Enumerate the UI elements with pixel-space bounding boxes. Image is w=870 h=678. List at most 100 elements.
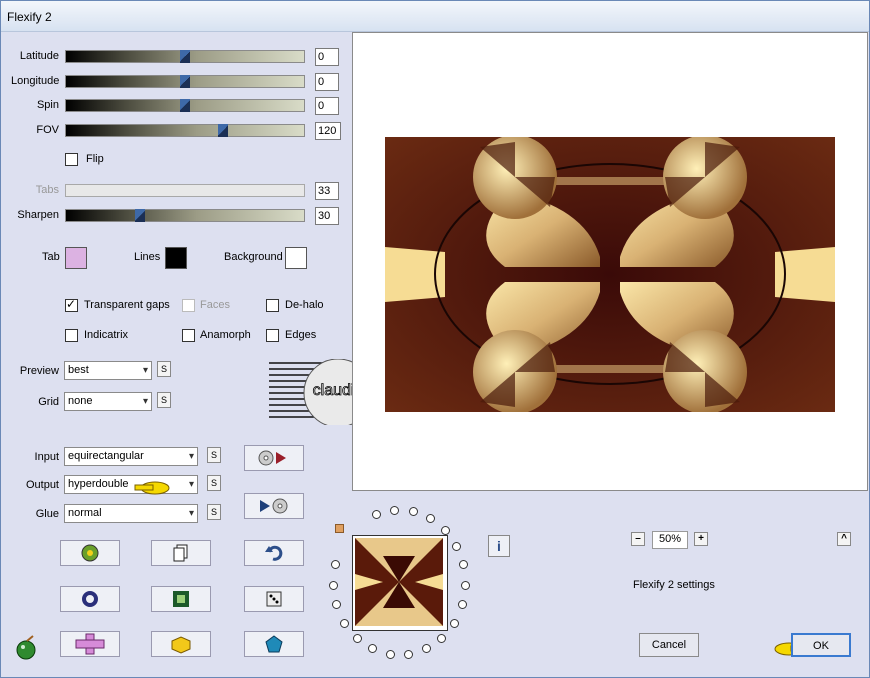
fov-slider[interactable] — [65, 124, 305, 137]
spin-thumb[interactable] — [180, 99, 190, 112]
grid-select[interactable]: none ▾ — [64, 392, 152, 411]
input-save-button[interactable]: S — [207, 447, 221, 463]
ok-button[interactable]: OK — [791, 633, 851, 657]
grid-save-button[interactable]: S — [157, 392, 171, 408]
faces-label: Faces — [200, 299, 230, 311]
pentagon-button[interactable] — [244, 631, 304, 657]
preset-dot[interactable] — [425, 513, 435, 523]
preset-dot[interactable] — [437, 633, 447, 643]
cube-button[interactable] — [151, 631, 211, 657]
latitude-label: Latitude — [19, 50, 59, 62]
dice-icon — [266, 591, 282, 607]
preset-thumbnail[interactable] — [352, 535, 448, 631]
settings-label: Flexify 2 settings — [633, 579, 715, 591]
info-button[interactable]: i — [488, 535, 510, 557]
output-to-input-button[interactable] — [244, 493, 304, 519]
lines-color-label: Lines — [134, 251, 161, 263]
undo-button[interactable] — [244, 540, 304, 566]
anamorph-checkbox[interactable] — [182, 329, 195, 342]
copy-icon — [173, 544, 188, 562]
longitude-input[interactable]: 0 — [315, 73, 339, 91]
preset-dot[interactable] — [372, 509, 382, 519]
latitude-slider[interactable] — [65, 50, 305, 63]
output-label: Output — [25, 479, 59, 491]
arrow-disc-icon — [260, 498, 288, 514]
fov-label: FOV — [36, 124, 59, 136]
indicatrix-checkbox[interactable] — [65, 329, 78, 342]
transparent-gaps-checkbox[interactable] — [65, 297, 78, 312]
flip-label: Flip — [86, 153, 104, 165]
preset-dot[interactable] — [440, 525, 450, 535]
sharpen-input[interactable]: 30 — [315, 207, 339, 225]
de-halo-checkbox[interactable] — [266, 299, 279, 312]
preset-dot[interactable] — [408, 506, 418, 516]
lines-color-swatch[interactable] — [165, 247, 187, 269]
tabs-label: Tabs — [35, 184, 59, 196]
transparent-gaps-label: Transparent gaps — [84, 299, 170, 311]
preset-dot[interactable] — [390, 505, 400, 515]
output-save-button[interactable]: S — [207, 475, 221, 491]
sharpen-slider[interactable] — [65, 209, 305, 222]
flexify-window: Flexify 2 Latitude 0 Longitude 0 Spin 0 … — [0, 0, 870, 678]
input-select[interactable]: equirectangular ▾ — [64, 447, 198, 466]
apple-logo-icon — [16, 635, 36, 660]
preset-dot[interactable] — [385, 649, 395, 659]
edges-label: Edges — [285, 329, 317, 341]
fov-input[interactable]: 120 — [315, 122, 341, 140]
output-select-value: hyperdouble — [68, 478, 129, 490]
preset-dot[interactable] — [404, 649, 414, 659]
preview-select[interactable]: best ▾ — [64, 361, 152, 380]
preset-dot[interactable] — [421, 644, 431, 654]
random-button[interactable] — [60, 540, 120, 566]
spin-slider[interactable] — [65, 99, 305, 112]
ring-start-marker[interactable] — [335, 524, 344, 533]
copy-button[interactable] — [151, 540, 211, 566]
latitude-thumb[interactable] — [180, 50, 190, 63]
sharpen-thumb[interactable] — [134, 209, 145, 222]
cancel-button[interactable]: Cancel — [639, 633, 699, 657]
glue-select[interactable]: normal ▾ — [64, 504, 198, 523]
preset-dot[interactable] — [460, 580, 470, 590]
cross-button[interactable] — [60, 631, 120, 657]
chevron-down-icon: ▾ — [188, 451, 194, 462]
tabs-input[interactable]: 33 — [315, 182, 339, 200]
flip-checkbox[interactable] — [65, 153, 78, 166]
preset-dot[interactable] — [449, 618, 459, 628]
glue-save-button[interactable]: S — [207, 504, 221, 520]
collapse-button[interactable]: ^ — [837, 532, 851, 546]
sharpen-label: Sharpen — [17, 209, 59, 221]
edges-checkbox[interactable] — [266, 329, 279, 342]
fov-thumb[interactable] — [218, 124, 229, 137]
longitude-slider[interactable] — [65, 75, 305, 88]
preset-dot[interactable] — [332, 600, 342, 610]
ring-button[interactable] — [60, 586, 120, 612]
preset-dot[interactable] — [368, 644, 378, 654]
zoom-in-button[interactable]: + — [694, 532, 708, 546]
chevron-down-icon: ▾ — [142, 365, 148, 376]
dice-button[interactable] — [244, 586, 304, 612]
background-color-swatch[interactable] — [285, 247, 307, 269]
preset-dot[interactable] — [352, 633, 362, 643]
longitude-thumb[interactable] — [180, 75, 190, 88]
tab-color-swatch[interactable] — [65, 247, 87, 269]
input-to-output-button[interactable] — [244, 445, 304, 471]
preset-dot[interactable] — [340, 618, 350, 628]
burst-icon — [81, 544, 99, 562]
latitude-input[interactable]: 0 — [315, 48, 339, 66]
faces-checkbox[interactable] — [182, 299, 195, 312]
preset-dot[interactable] — [452, 541, 462, 551]
tabs-slider[interactable] — [65, 184, 305, 197]
preset-dot[interactable] — [459, 560, 469, 570]
title-bar: Flexify 2 — [1, 1, 869, 32]
zoom-out-button[interactable]: – — [631, 532, 645, 546]
pointing-hand-icon — [134, 481, 170, 495]
chevron-down-icon: ▾ — [188, 508, 194, 519]
preview-panel[interactable] — [352, 32, 868, 491]
preset-dot[interactable] — [330, 560, 340, 570]
preset-dot[interactable] — [457, 600, 467, 610]
frame-button[interactable] — [151, 586, 211, 612]
preview-save-button[interactable]: S — [157, 361, 171, 377]
spin-input[interactable]: 0 — [315, 97, 339, 115]
preset-dot[interactable] — [329, 580, 339, 590]
pentagon-icon — [265, 635, 283, 653]
